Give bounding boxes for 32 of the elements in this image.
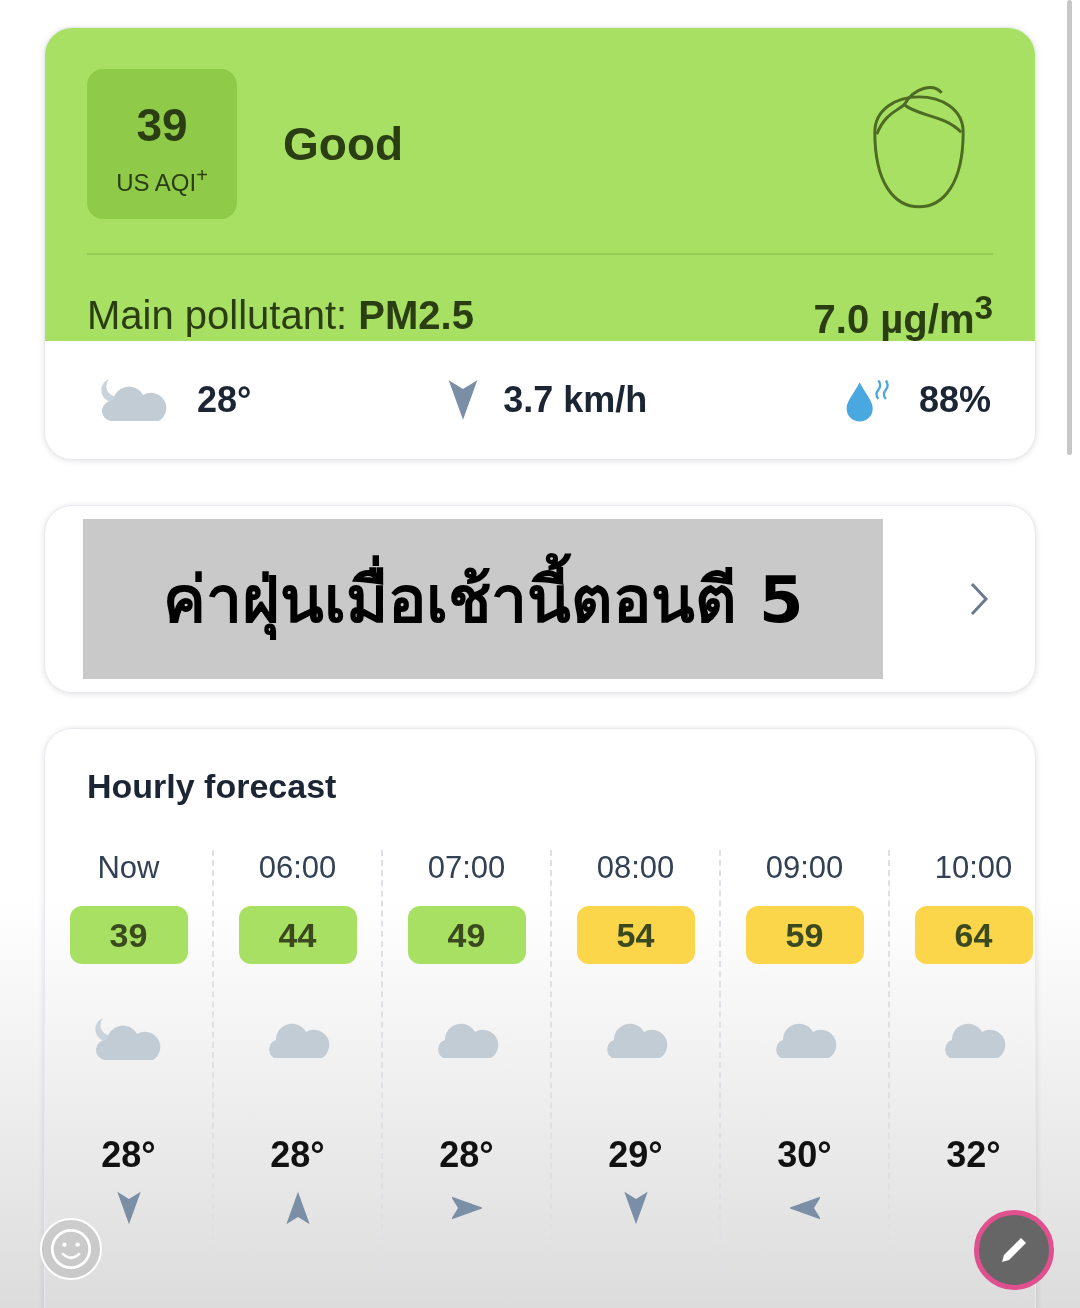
hour-label: 09:00 bbox=[765, 850, 844, 886]
hour-label: 10:00 bbox=[934, 850, 1013, 886]
hour-label: Now bbox=[97, 850, 160, 886]
aqi-unit: US AQI$^{+}$ bbox=[116, 163, 208, 197]
caption-text: ค่าฝุ่นเมื่อเช้านี้ตอนตี 5 bbox=[83, 519, 883, 679]
scroll-bar[interactable] bbox=[1067, 0, 1072, 455]
humidity: 88% bbox=[918, 379, 991, 421]
temperature: 28° bbox=[197, 379, 252, 421]
temperature: 32° bbox=[946, 1134, 1001, 1176]
aqi-status: Good bbox=[283, 117, 404, 171]
hour-label: 06:00 bbox=[258, 850, 337, 886]
main-pollutant: Main pollutant: PM2.5 bbox=[87, 293, 474, 339]
temperature: 30° bbox=[777, 1134, 832, 1176]
wind-speed: 3.7 km/h bbox=[503, 379, 648, 421]
temperature: 28° bbox=[439, 1134, 494, 1176]
chevron-right-icon bbox=[969, 581, 989, 617]
aqi-pill: 54 bbox=[576, 906, 695, 964]
aqi-pill: 59 bbox=[745, 906, 864, 964]
smiley-icon bbox=[49, 1227, 93, 1271]
section-title: Hourly forecast bbox=[87, 767, 338, 806]
temperature: 28° bbox=[270, 1134, 325, 1176]
aqi-pill: 64 bbox=[914, 906, 1033, 964]
temperature: 29° bbox=[608, 1134, 663, 1176]
aqi-pill: 39 bbox=[69, 906, 188, 964]
concentration: 7.0 µg/m$^{3}$ bbox=[813, 289, 993, 343]
aqi-value: 39 bbox=[136, 97, 188, 152]
temperature: 28° bbox=[101, 1134, 156, 1176]
hour-label: 07:00 bbox=[427, 850, 506, 886]
aqi-pill: 44 bbox=[238, 906, 357, 964]
link-card[interactable]: ค่าฝุ่นเมื่อเช้านี้ตอนตี 5 bbox=[44, 505, 1036, 693]
aqi-pill: 49 bbox=[407, 906, 526, 964]
hour-label: 08:00 bbox=[596, 850, 675, 886]
